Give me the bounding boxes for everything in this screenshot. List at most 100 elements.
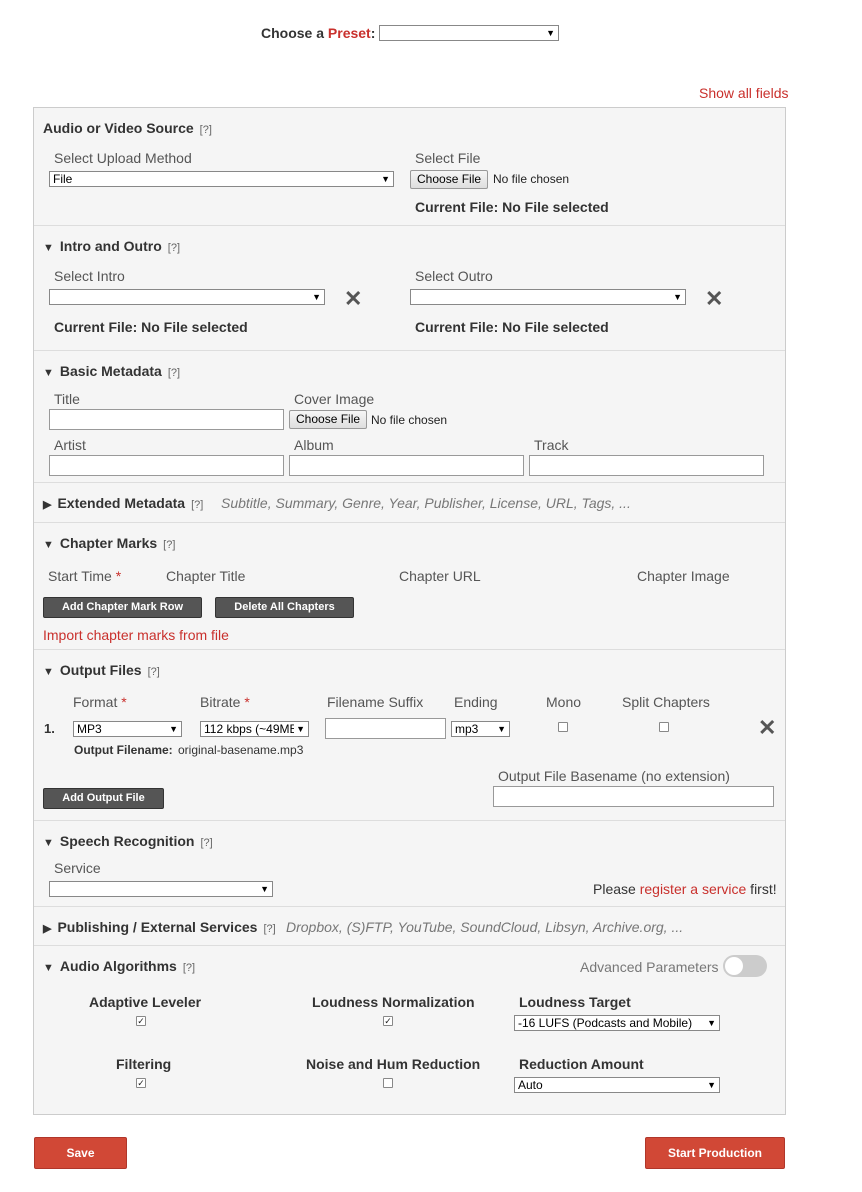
import-chapter-marks-link[interactable]: Import chapter marks from file [43,627,229,643]
preset-label-prefix: Choose a [261,25,328,41]
track-input[interactable] [529,455,764,476]
chapter-marks-help-link[interactable]: [?] [163,539,175,551]
upload-method-label: Select Upload Method [54,150,192,166]
start-production-button[interactable]: Start Production [645,1137,785,1169]
intro-clear-icon[interactable]: ✕ [344,288,362,310]
extended-metadata-help-link[interactable]: [?] [191,499,203,511]
outro-clear-icon[interactable]: ✕ [705,288,723,310]
select-file-label: Select File [415,150,481,166]
basic-metadata-help-link[interactable]: [?] [168,367,180,379]
chevron-down-icon: ▼ [294,722,305,736]
triangle-down-icon: ▼ [43,539,54,551]
output-files-title-text: Output Files [59,662,142,678]
basic-metadata-section-title[interactable]: ▼ Basic Metadata [?] [43,363,180,379]
extended-metadata-title-text: Extended Metadata [57,495,186,511]
mono-header: Mono [546,694,582,710]
triangle-right-icon: ▶ [43,499,52,511]
section-divider [34,820,785,821]
bitrate-select[interactable]: 112 kbps (~49MB ▼ [200,721,309,737]
chevron-down-icon: ▼ [312,292,321,302]
advanced-parameters-toggle[interactable] [723,955,767,977]
add-chapter-mark-row-button[interactable]: Add Chapter Mark Row [43,597,202,618]
save-button[interactable]: Save [34,1137,127,1169]
extended-metadata-section-title[interactable]: ▶ Extended Metadata [?] [43,495,203,511]
algorithms-help-link[interactable]: [?] [183,962,195,974]
output-files-help-link[interactable]: [?] [148,666,160,678]
adaptive-leveler-checkbox[interactable]: ✓ [136,1016,146,1026]
upload-method-value: File [53,172,73,186]
output-filename-value: original-basename.mp3 [178,743,304,757]
source-section-title: Audio or Video Source [?] [43,120,212,136]
artist-input[interactable] [49,455,284,476]
format-select[interactable]: MP3 ▼ [73,721,182,737]
delete-all-chapters-button[interactable]: Delete All Chapters [215,597,354,618]
filename-suffix-input[interactable] [325,718,446,739]
register-service-link[interactable]: register a service [640,881,747,897]
audio-algorithms-section-title[interactable]: ▼ Audio Algorithms [?] [43,958,195,974]
title-label: Title [54,391,80,407]
section-divider [34,945,785,946]
section-divider [34,482,785,483]
split-chapters-checkbox[interactable] [659,722,669,732]
preset-select[interactable]: ▼ [379,25,559,41]
remove-output-file-icon[interactable]: ✕ [758,717,776,739]
ending-header: Ending [454,694,498,710]
title-input[interactable] [49,409,284,430]
publishing-section-title[interactable]: ▶ Publishing / External Services [?] [43,919,276,935]
source-choose-file-button[interactable]: Choose File [410,170,489,189]
required-marker: * [115,568,122,584]
publishing-title-text: Publishing / External Services [57,919,258,935]
service-label: Service [54,860,101,876]
loudness-target-select[interactable]: -16 LUFS (Podcasts and Mobile) ▼ [514,1015,720,1031]
output-files-section-title[interactable]: ▼ Output Files [?] [43,662,160,678]
section-divider [34,350,785,351]
filtering-checkbox[interactable]: ✓ [136,1078,146,1088]
outro-select[interactable]: ▼ [410,289,686,305]
intro-select[interactable]: ▼ [49,289,325,305]
intro-outro-help-link[interactable]: [?] [168,242,180,254]
format-select-value: MP3 [77,722,102,736]
cover-choose-file-button[interactable]: Choose File [289,410,368,429]
speech-recognition-section-title[interactable]: ▼ Speech Recognition [?] [43,833,213,849]
output-basename-input[interactable] [493,786,774,807]
chevron-down-icon: ▼ [707,1018,716,1028]
triangle-down-icon: ▼ [43,367,54,379]
chapter-title-header: Chapter Title [166,568,246,584]
noise-hum-reduction-label: Noise and Hum Reduction [306,1056,481,1072]
upload-method-select[interactable]: File ▼ [49,171,394,187]
triangle-down-icon: ▼ [43,962,54,974]
cover-image-label: Cover Image [294,391,375,407]
format-header: Format * [73,694,127,710]
bitrate-select-value: 112 kbps (~49MB [204,722,298,736]
source-help-link[interactable]: [?] [200,124,212,136]
adaptive-leveler-label: Adaptive Leveler [89,994,202,1010]
intro-outro-section-title[interactable]: ▼ Intro and Outro [?] [43,238,180,254]
cover-no-file-text: No file chosen [371,413,448,427]
source-title-text: Audio or Video Source [43,120,194,136]
bitrate-header-text: Bitrate [200,694,241,710]
speech-service-select[interactable]: ▼ [49,881,273,897]
add-output-file-button[interactable]: Add Output File [43,788,164,809]
preset-label-suffix: : [370,25,376,41]
reduction-amount-select[interactable]: Auto ▼ [514,1077,720,1093]
loudness-normalization-checkbox[interactable]: ✓ [383,1016,393,1026]
show-all-fields-link[interactable]: Show all fields [699,85,789,101]
section-divider [34,649,785,650]
speech-title-text: Speech Recognition [59,833,195,849]
album-input[interactable] [289,455,524,476]
ending-select[interactable]: mp3 ▼ [451,721,510,737]
outro-current-file: Current File: No File selected [415,319,609,335]
speech-help-link[interactable]: [?] [200,837,212,849]
required-marker: * [121,694,127,710]
advanced-parameters-label: Advanced Parameters [580,959,719,975]
mono-checkbox[interactable] [558,722,568,732]
publishing-hint: Dropbox, (S)FTP, YouTube, SoundCloud, Li… [286,919,684,935]
start-time-header-text: Start Time [48,568,112,584]
publishing-help-link[interactable]: [?] [263,923,275,935]
output-filename-label: Output Filename: [74,743,173,757]
algorithms-title-text: Audio Algorithms [59,958,177,974]
register-please-text: Please [593,881,640,897]
noise-hum-reduction-checkbox[interactable] [383,1078,393,1088]
chapter-marks-section-title[interactable]: ▼ Chapter Marks [?] [43,535,175,551]
format-header-text: Format [73,694,118,710]
